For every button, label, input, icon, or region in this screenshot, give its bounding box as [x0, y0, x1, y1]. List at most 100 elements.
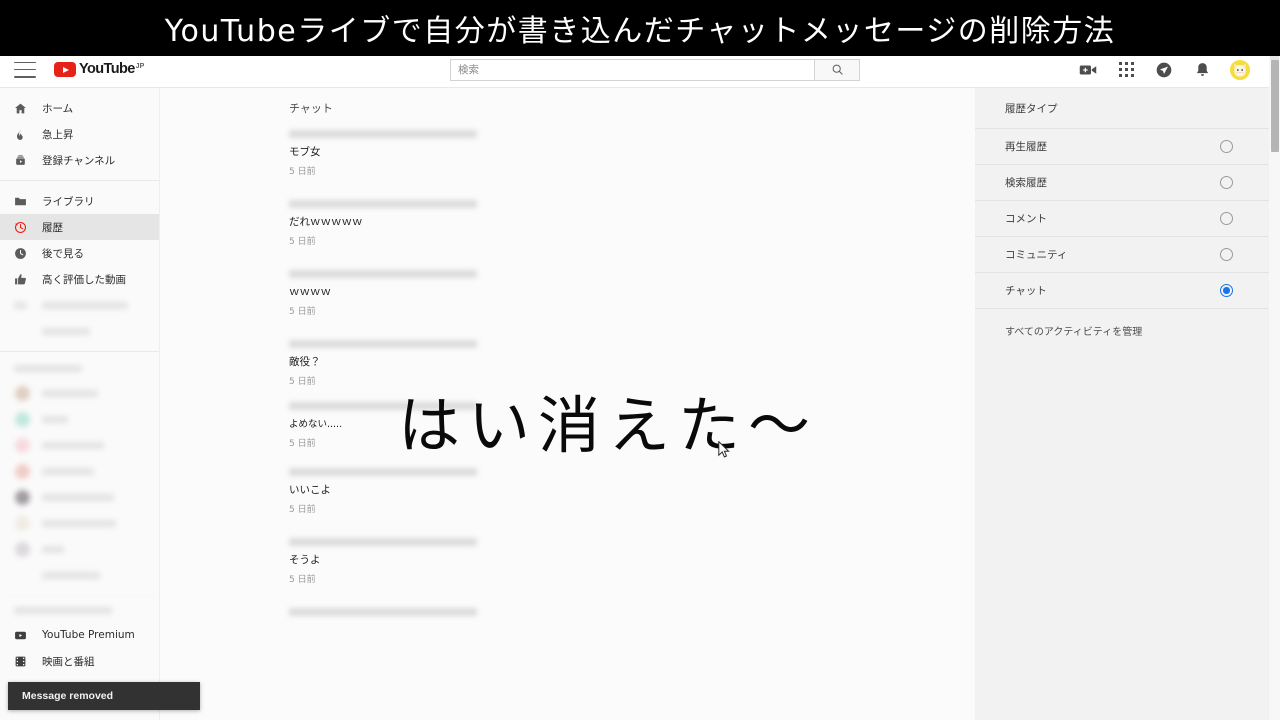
sidebar-item-youtube-premium-label: YouTube Premium: [42, 629, 135, 641]
sidebar-item-hidden-1-label: [42, 301, 128, 309]
youtube-play-icon: [54, 62, 76, 77]
sidebar-item-watch-later-label: 後で見る: [42, 247, 84, 260]
search-input[interactable]: [450, 58, 814, 81]
radio-search-history[interactable]: [1220, 176, 1233, 189]
option-label: コミュニティ: [1005, 249, 1068, 261]
messages-icon[interactable]: [1154, 60, 1174, 80]
radio-chat[interactable]: [1220, 284, 1233, 297]
movies-shows-icon: [14, 655, 32, 668]
youtube-logo[interactable]: YouTube JP: [54, 62, 144, 77]
subscription-channel-7[interactable]: [0, 536, 159, 562]
channel-avatar-3: [15, 437, 30, 453]
radio-comments[interactable]: [1220, 212, 1233, 225]
channel-name-4: [42, 467, 94, 475]
chat-entry-partial[interactable]: [289, 608, 849, 646]
sidebar-item-home-label: ホーム: [42, 102, 74, 115]
chat-entry-video-title-blurred[interactable]: [289, 340, 849, 348]
chat-entry-message: 敵役？: [289, 356, 321, 368]
option-label: コメント: [1005, 213, 1047, 225]
sidebar-item-history-label: 履歴: [42, 221, 63, 234]
history-type-option-chat[interactable]: チャット: [975, 272, 1280, 308]
chat-entry-message: モブ女: [289, 146, 321, 158]
chat-entry-message: そうよ: [289, 554, 321, 566]
sidebar-section-library: ライブラリ 履歴 後で見る 高く評価した動画: [0, 181, 159, 352]
channel-avatar-2: [15, 411, 30, 427]
channel-avatar-7: [15, 541, 30, 557]
chat-entry-message: だれｗｗｗｗｗ: [289, 216, 363, 228]
subscription-channel-4[interactable]: [0, 458, 159, 484]
history-type-option-watch-history[interactable]: 再生履歴: [975, 128, 1280, 164]
sidebar-item-trending[interactable]: 急上昇: [0, 121, 159, 147]
hamburger-menu-icon[interactable]: [14, 61, 36, 78]
sidebar-item-liked-videos[interactable]: 高く評価した動画: [0, 266, 159, 292]
search-bar: [450, 58, 860, 81]
sidebar-item-youtube-premium[interactable]: YouTube Premium: [0, 622, 159, 648]
sidebar-item-history[interactable]: 履歴: [0, 214, 159, 240]
thumbs-up-icon: [14, 273, 32, 286]
chat-entry-timestamp: 5 日前: [289, 167, 316, 177]
sidebar-item-movies-shows[interactable]: 映画と番組: [0, 648, 159, 674]
subscription-channel-1[interactable]: [0, 380, 159, 406]
page-scrollbar-thumb[interactable]: [1271, 60, 1279, 152]
manage-all-activity-link[interactable]: すべてのアクティビティを管理: [975, 308, 1280, 348]
chat-entry[interactable]: だれｗｗｗｗｗ 5 日前: [289, 200, 849, 270]
masthead-left: YouTube JP: [0, 61, 260, 78]
subscription-channel-5[interactable]: [0, 484, 159, 510]
sidebar-item-library[interactable]: ライブラリ: [0, 188, 159, 214]
notifications-icon[interactable]: [1192, 60, 1212, 80]
page-scrollbar-track[interactable]: [1269, 52, 1280, 720]
sidebar-item-home[interactable]: ホーム: [0, 95, 159, 121]
sidebar-item-hidden-1[interactable]: [0, 292, 159, 318]
chat-entry-video-title-blurred[interactable]: [289, 468, 849, 476]
subscription-channel-3[interactable]: [0, 432, 159, 458]
video-title-text: YouTubeライブで自分が書き込んだチャットメッセージの削除方法: [164, 14, 1116, 49]
sidebar-item-watch-later[interactable]: 後で見る: [0, 240, 159, 266]
search-button[interactable]: [814, 58, 860, 81]
history-type-title: 履歴タイプ: [1005, 103, 1058, 115]
sidebar-item-subscriptions-label: 登録チャンネル: [42, 154, 116, 167]
channel-avatar-6: [15, 515, 30, 531]
hidden-item-icon-1: [14, 301, 32, 309]
chat-entry[interactable]: ｗｗｗｗ 5 日前: [289, 270, 849, 340]
chat-entry[interactable]: モブ女 5 日前: [289, 130, 849, 200]
chat-entry-video-title-blurred[interactable]: [289, 200, 849, 208]
option-label: 検索履歴: [1005, 177, 1047, 189]
chat-entry-video-title-blurred[interactable]: [289, 130, 849, 138]
history-type-option-community[interactable]: コミュニティ: [975, 236, 1280, 272]
page-title: チャット: [289, 102, 333, 115]
channel-avatar-1: [15, 385, 30, 401]
create-video-icon[interactable]: [1078, 60, 1098, 80]
history-type-option-search-history[interactable]: 検索履歴: [975, 164, 1280, 200]
mouse-pointer-icon: [718, 441, 730, 458]
video-title-banner: YouTubeライブで自分が書き込んだチャットメッセージの削除方法: [0, 0, 1280, 56]
chat-entry-video-title-blurred[interactable]: [289, 608, 849, 616]
youtube-logo-country-code: JP: [135, 63, 145, 70]
subscription-channel-6[interactable]: [0, 510, 159, 536]
user-avatar[interactable]: [1230, 59, 1250, 80]
sidebar-section-more: YouTube Premium 映画と番組: [0, 596, 159, 681]
chat-entry-video-title-blurred[interactable]: [289, 270, 849, 278]
youtube-apps-icon[interactable]: [1116, 60, 1136, 80]
sidebar-section-subscriptions-blurred: [0, 352, 159, 596]
channel-name-5: [42, 493, 114, 501]
sidebar-item-subscriptions[interactable]: 登録チャンネル: [0, 147, 159, 173]
chat-entry-timestamp: 5 日前: [289, 237, 316, 247]
youtube-masthead: YouTube JP: [0, 52, 1280, 88]
sidebar-item-hidden-2[interactable]: [0, 318, 159, 344]
subscription-show-more[interactable]: [0, 562, 159, 588]
radio-community[interactable]: [1220, 248, 1233, 261]
history-type-option-comments[interactable]: コメント: [975, 200, 1280, 236]
channel-name-3: [42, 441, 104, 449]
channel-name-6: [42, 519, 116, 527]
toast-notification: Message removed: [8, 682, 200, 710]
chat-history-list: チャット モブ女 5 日前 だれｗｗｗｗｗ 5 日前 ｗｗｗｗ 5 日前 敵役？…: [289, 88, 849, 646]
left-sidebar[interactable]: ホーム 急上昇 登録チャンネル ライブラリ 履歴 後で見る 高く評価した動画 Y…: [0, 88, 160, 720]
channel-name-2: [42, 415, 68, 423]
channel-name-1: [42, 389, 98, 397]
chat-entry[interactable]: いいこよ 5 日前: [289, 468, 849, 538]
chat-entry-timestamp: 5 日前: [289, 505, 316, 515]
subscription-channel-2[interactable]: [0, 406, 159, 432]
radio-watch-history[interactable]: [1220, 140, 1233, 153]
chat-entry[interactable]: そうよ 5 日前: [289, 538, 849, 608]
chat-entry-video-title-blurred[interactable]: [289, 538, 849, 546]
